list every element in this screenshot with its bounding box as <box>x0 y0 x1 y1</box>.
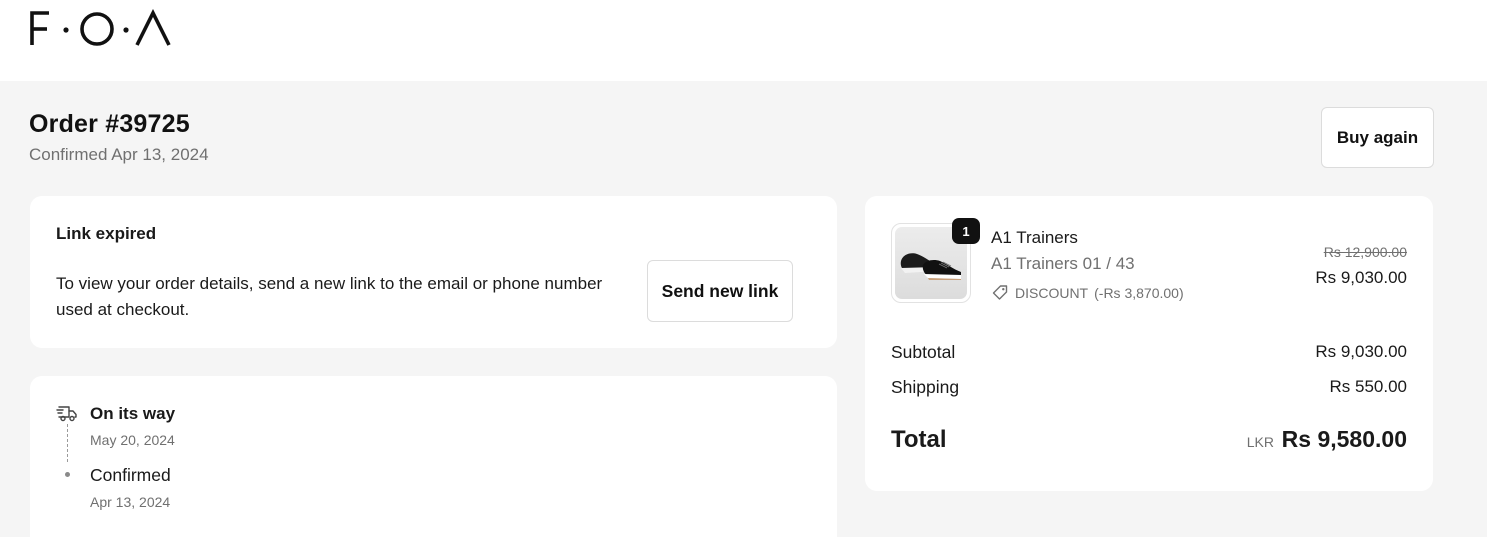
timeline-status-on-its-way: On its way <box>90 404 176 423</box>
timeline-date-confirmed: Apr 13, 2024 <box>90 494 171 510</box>
send-new-link-button[interactable]: Send new link <box>647 260 793 322</box>
product-name: A1 Trainers <box>991 228 1078 247</box>
fulfillment-timeline: On its way May 20, 2024 Confirmed Apr 13… <box>30 376 837 537</box>
discount-row: DISCOUNT (-Rs 3,870.00) <box>991 284 1184 302</box>
discounted-price: Rs 9,030.00 <box>1315 268 1407 287</box>
order-title: Order #39725 <box>29 110 190 138</box>
link-expired-card: Link expired To view your order details,… <box>30 196 837 348</box>
shipping-value: Rs 550.00 <box>1329 377 1408 396</box>
site-header <box>0 0 1487 81</box>
shipping-label: Shipping <box>891 377 960 397</box>
order-confirmed-date: Confirmed Apr 13, 2024 <box>29 145 209 164</box>
discount-amount: (-Rs 3,870.00) <box>1094 285 1184 301</box>
delivery-truck-icon <box>56 406 77 422</box>
order-summary-card: 1 A1 Trainers A1 Trainers 01 / 43 DISCOU… <box>865 196 1433 491</box>
timeline-date-on-its-way: May 20, 2024 <box>90 432 175 448</box>
tag-icon <box>992 285 1008 300</box>
link-expired-message: To view your order details, send a new l… <box>56 274 603 319</box>
brand-logo[interactable] <box>29 9 171 47</box>
original-price: Rs 12,900.00 <box>1323 244 1407 260</box>
total-currency: LKR <box>1246 434 1274 450</box>
timeline-status-confirmed: Confirmed <box>90 465 171 485</box>
subtotal-value: Rs 9,030.00 <box>1315 342 1407 361</box>
discount-label: DISCOUNT <box>1015 285 1089 301</box>
link-expired-title: Link expired <box>56 224 157 243</box>
subtotal-label: Subtotal <box>891 342 956 362</box>
timeline-connector <box>67 424 68 462</box>
dot-icon <box>65 472 70 477</box>
quantity-badge: 1 <box>952 218 980 244</box>
buy-again-button[interactable]: Buy again <box>1321 107 1434 168</box>
total-label: Total <box>891 426 947 453</box>
product-variant: A1 Trainers 01 / 43 <box>991 254 1135 273</box>
total-value: Rs 9,580.00 <box>1281 426 1407 452</box>
